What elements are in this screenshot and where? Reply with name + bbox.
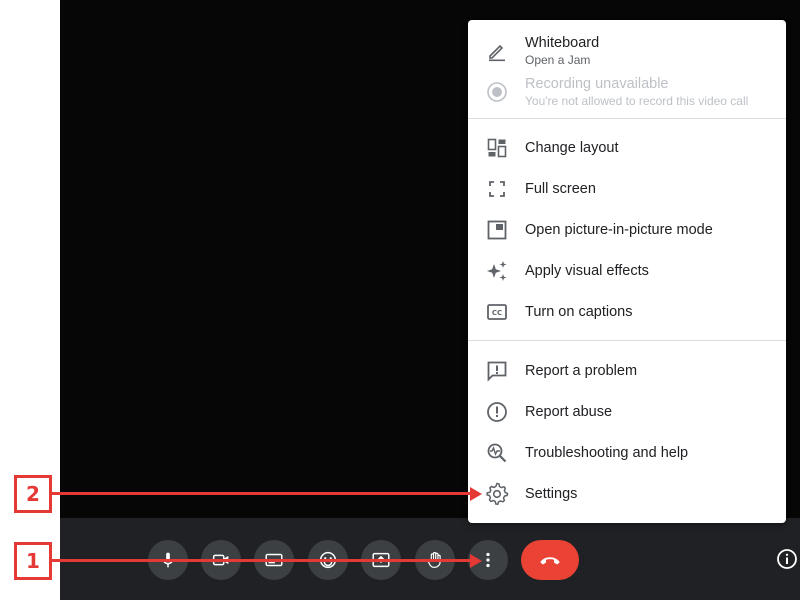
menu-item-label: Report abuse bbox=[525, 404, 613, 420]
record-icon bbox=[485, 80, 509, 104]
menu-item-label: Open picture-in-picture mode bbox=[525, 222, 713, 238]
menu-item-label: Recording unavailable bbox=[525, 76, 669, 92]
menu-item-captions[interactable]: CC Turn on captions bbox=[468, 292, 786, 332]
pencil-icon bbox=[485, 39, 509, 63]
report-abuse-icon bbox=[485, 400, 509, 424]
fullscreen-icon bbox=[485, 177, 509, 201]
menu-item-sublabel: Open a Jam bbox=[525, 53, 591, 67]
report-problem-icon bbox=[485, 359, 509, 383]
callout-badge-2: 2 bbox=[14, 475, 52, 513]
callout-badge-1: 1 bbox=[14, 542, 52, 580]
troubleshoot-icon bbox=[485, 441, 509, 465]
menu-item-label: Troubleshooting and help bbox=[525, 445, 689, 461]
menu-item-whiteboard[interactable]: Whiteboard Open a Jam bbox=[468, 30, 786, 72]
picture-in-picture-icon bbox=[485, 218, 509, 242]
menu-divider bbox=[468, 118, 786, 119]
menu-item-label: Turn on captions bbox=[525, 304, 633, 320]
menu-item-label: Report a problem bbox=[525, 363, 638, 379]
menu-divider bbox=[468, 340, 786, 341]
menu-item-troubleshooting[interactable]: Troubleshooting and help bbox=[468, 433, 786, 473]
sparkle-icon bbox=[485, 259, 509, 283]
menu-item-full-screen[interactable]: Full screen bbox=[468, 169, 786, 209]
menu-item-sublabel: You're not allowed to record this video … bbox=[525, 94, 749, 108]
hang-up-icon bbox=[540, 557, 560, 565]
callout-arrowhead-2 bbox=[470, 486, 482, 501]
menu-item-report-abuse[interactable]: Report abuse bbox=[468, 392, 786, 432]
menu-item-label: Apply visual effects bbox=[525, 263, 649, 279]
meeting-details-button[interactable] bbox=[774, 546, 800, 572]
info-icon bbox=[777, 549, 797, 569]
captions-icon: CC bbox=[485, 300, 509, 324]
menu-item-label: Whiteboard bbox=[525, 35, 600, 51]
menu-item-settings[interactable]: Settings bbox=[468, 474, 786, 514]
end-call-button[interactable] bbox=[521, 540, 579, 580]
menu-item-change-layout[interactable]: Change layout bbox=[468, 128, 786, 168]
more-options-menu: Whiteboard Open a Jam Recording unavaila… bbox=[468, 20, 786, 523]
callout-arrow-1 bbox=[52, 559, 472, 562]
gear-icon bbox=[485, 482, 509, 506]
layout-icon bbox=[485, 136, 509, 160]
callout-arrowhead-1 bbox=[470, 553, 482, 568]
menu-item-picture-in-picture[interactable]: Open picture-in-picture mode bbox=[468, 210, 786, 250]
menu-item-report-problem[interactable]: Report a problem bbox=[468, 351, 786, 391]
menu-item-label: Change layout bbox=[525, 140, 619, 156]
menu-item-label: Full screen bbox=[525, 181, 596, 197]
menu-item-label: Settings bbox=[525, 486, 578, 502]
menu-item-visual-effects[interactable]: Apply visual effects bbox=[468, 251, 786, 291]
menu-item-recording: Recording unavailable You're not allowed… bbox=[468, 71, 786, 113]
svg-text:CC: CC bbox=[492, 309, 502, 317]
callout-arrow-2 bbox=[52, 492, 472, 495]
